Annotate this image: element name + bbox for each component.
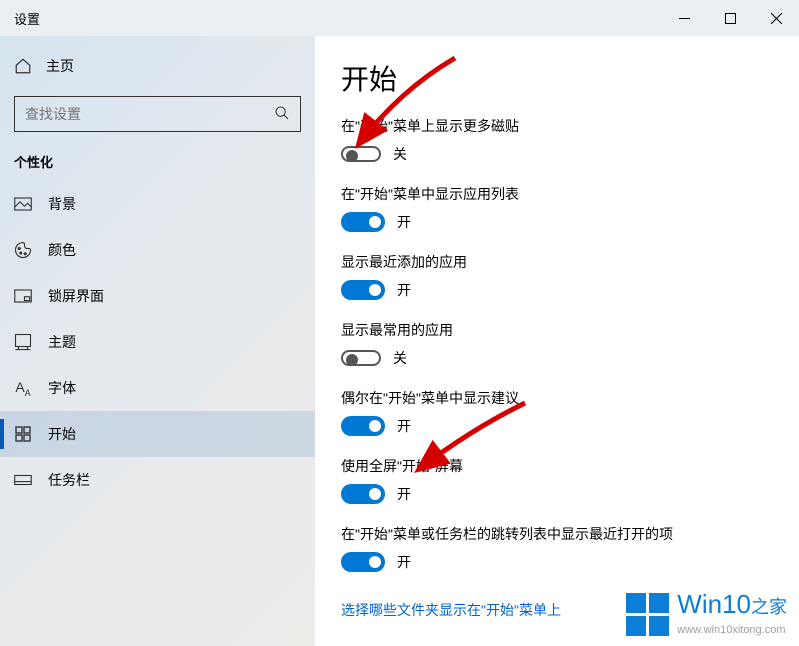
setting-label: 显示最近添加的应用 [341,252,773,272]
main-content: 开始 在"开始"菜单上显示更多磁贴 关 在"开始"菜单中显示应用列表 开 显示最… [315,36,799,646]
setting-label: 显示最常用的应用 [341,320,773,340]
nav-start[interactable]: 开始 [0,411,315,457]
fonts-icon: AA [14,379,32,398]
toggle-state: 开 [397,552,411,572]
start-icon [14,426,32,442]
toggle-switch[interactable] [341,416,385,436]
nav-label: 字体 [48,378,76,398]
nav-label: 颜色 [48,240,76,260]
home-button[interactable]: 主页 [0,46,315,86]
home-label: 主页 [46,56,74,76]
search-icon [274,105,290,124]
setting-label: 在"开始"菜单中显示应用列表 [341,184,773,204]
window-controls [661,0,799,36]
themes-icon [14,333,32,351]
setting-item: 在"开始"菜单上显示更多磁贴 关 [341,116,773,164]
search-box[interactable] [14,96,301,132]
nav-taskbar[interactable]: 任务栏 [0,457,315,503]
nav-fonts[interactable]: AA 字体 [0,365,315,411]
lockscreen-icon [14,289,32,303]
setting-label: 在"开始"菜单上显示更多磁贴 [341,116,773,136]
setting-label: 在"开始"菜单或任务栏的跳转列表中显示最近打开的项 [341,524,773,544]
minimize-button[interactable] [661,0,707,36]
toggle-state: 开 [397,484,411,504]
nav-label: 背景 [48,194,76,214]
maximize-button[interactable] [707,0,753,36]
toggle-state: 关 [393,144,407,164]
toggle-state: 开 [397,416,411,436]
nav-label: 开始 [48,424,76,444]
watermark: Win10之家 www.win10xitong.com [626,589,787,636]
toggle-switch[interactable] [341,350,381,366]
nav-colors[interactable]: 颜色 [0,227,315,273]
toggle-state: 关 [393,348,407,368]
toggle-switch[interactable] [341,146,381,162]
colors-icon [14,241,32,259]
window-title: 设置 [14,9,40,28]
setting-item: 使用全屏"开始"屏幕 开 [341,456,773,504]
toggle-switch[interactable] [341,212,385,232]
titlebar: 设置 [0,0,799,36]
nav-lockscreen[interactable]: 锁屏界面 [0,273,315,319]
choose-folders-link[interactable]: 选择哪些文件夹显示在"开始"菜单上 [341,600,561,620]
background-icon [14,197,32,211]
home-icon [14,57,32,75]
setting-item: 偶尔在"开始"菜单中显示建议 开 [341,388,773,436]
toggle-switch[interactable] [341,552,385,572]
windows-logo-icon [626,593,669,636]
page-title: 开始 [341,58,773,98]
setting-item: 在"开始"菜单中显示应用列表 开 [341,184,773,232]
category-title: 个性化 [0,148,315,181]
setting-label: 使用全屏"开始"屏幕 [341,456,773,476]
nav-label: 主题 [48,332,76,352]
sidebar: 主页 个性化 背景 颜色 锁屏界面 主题 AA 字体 [0,36,315,646]
toggle-state: 开 [397,280,411,300]
toggle-switch[interactable] [341,280,385,300]
nav-label: 任务栏 [48,470,90,490]
nav-background[interactable]: 背景 [0,181,315,227]
setting-item: 显示最常用的应用 关 [341,320,773,368]
setting-item: 显示最近添加的应用 开 [341,252,773,300]
close-button[interactable] [753,0,799,36]
nav-label: 锁屏界面 [48,286,104,306]
nav-themes[interactable]: 主题 [0,319,315,365]
toggle-switch[interactable] [341,484,385,504]
setting-item: 在"开始"菜单或任务栏的跳转列表中显示最近打开的项 开 [341,524,773,572]
search-input[interactable] [25,106,274,122]
toggle-state: 开 [397,212,411,232]
setting-label: 偶尔在"开始"菜单中显示建议 [341,388,773,408]
taskbar-icon [14,474,32,486]
